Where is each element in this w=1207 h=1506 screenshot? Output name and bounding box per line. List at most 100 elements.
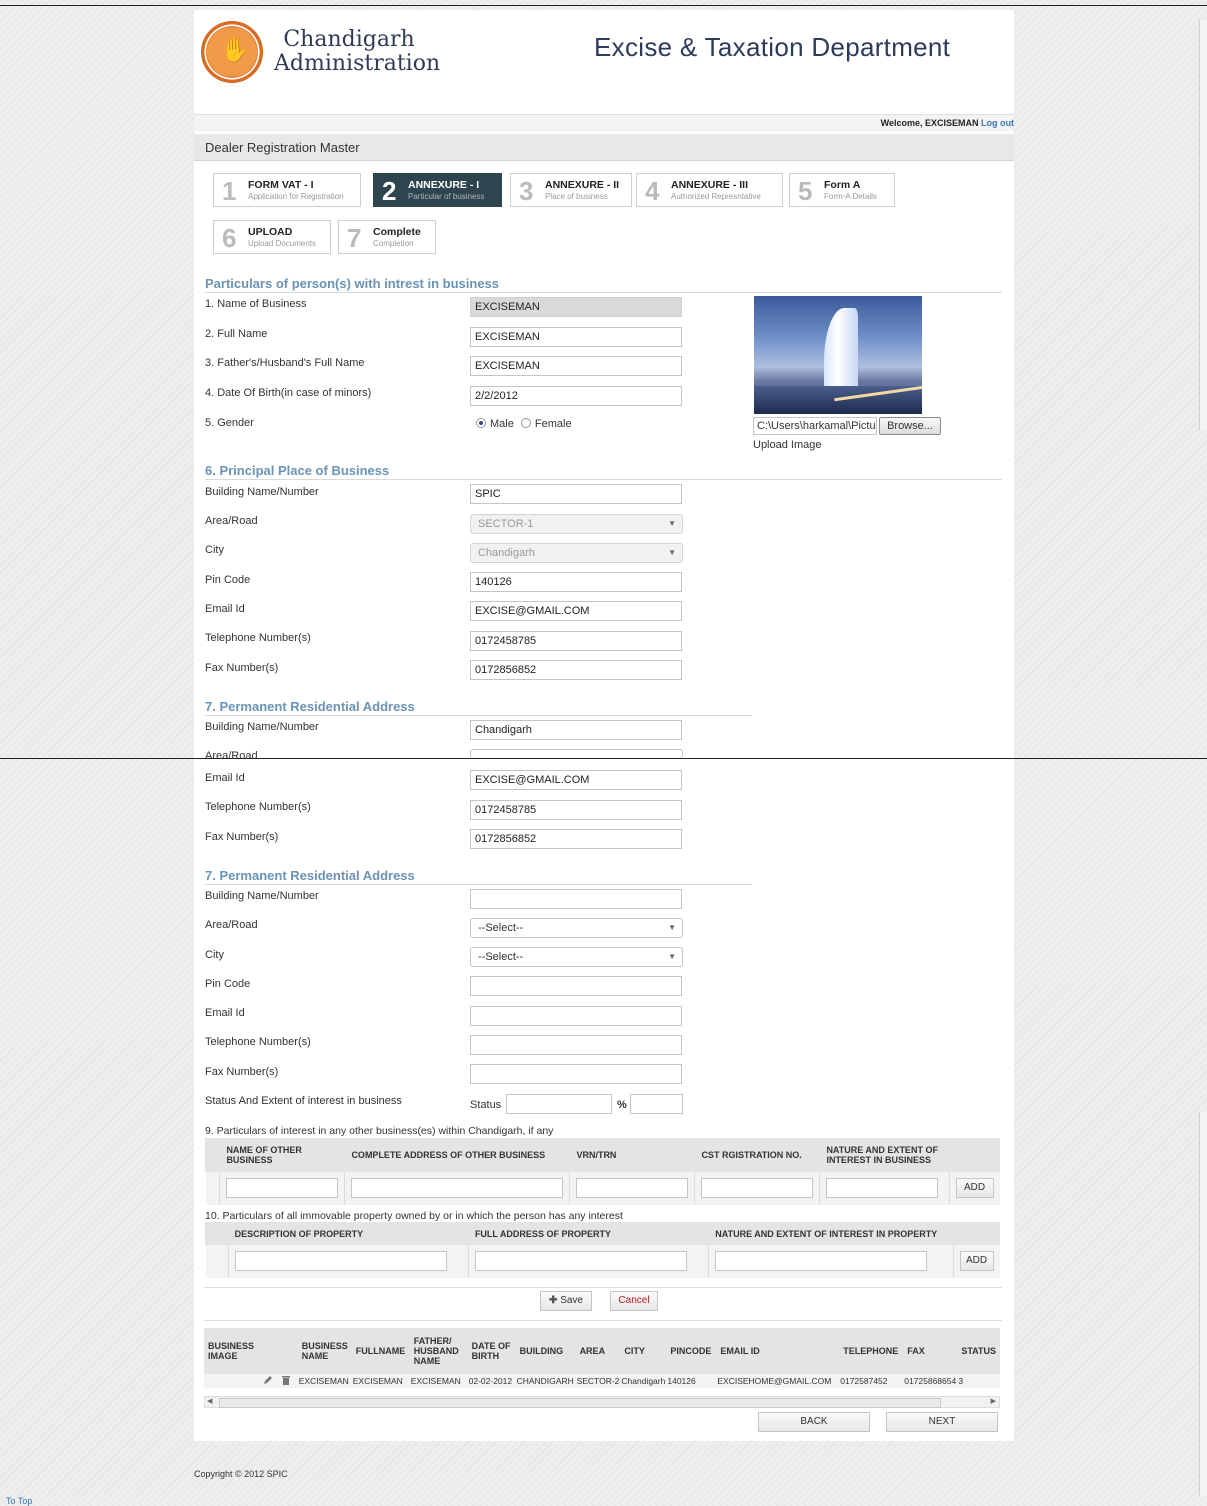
lower-email-field[interactable]: EXCISE@GMAIL.COM (470, 770, 682, 790)
perm-area-select[interactable]: --Select-- ▼ (470, 918, 683, 938)
page-top-border (0, 5, 1207, 6)
scrollbar-thumb[interactable] (219, 1398, 941, 1408)
property-description-input[interactable] (234, 1251, 447, 1272)
row-telephone: 0172587452 (839, 1374, 904, 1388)
vrn-trn-input[interactable] (576, 1178, 689, 1199)
col-vrn-trn: VRN/TRN (569, 1138, 696, 1172)
vertical-scrollbar-lower[interactable] (1199, 1112, 1207, 1496)
col-father-name: FATHER/ HUSBAND NAME (409, 1328, 468, 1374)
row-father: EXCISEMAN (409, 1374, 468, 1388)
status-field[interactable] (506, 1094, 612, 1114)
step-form-a[interactable]: 5 Form A Form-A Details (789, 173, 895, 207)
save-button[interactable]: ✚ Save (540, 1291, 592, 1311)
row-fax: 01725868654 (903, 1374, 958, 1388)
edit-pencil-icon[interactable] (263, 1375, 273, 1385)
row-email: EXCISEHOME@GMAIL.COM (716, 1374, 840, 1388)
cst-registration-input[interactable] (701, 1178, 814, 1199)
lower-fax-field[interactable]: 0172856852 (470, 829, 682, 849)
perm-fax-label: Fax Number(s) (205, 1066, 279, 1078)
lower-tel-label: Telephone Number(s) (205, 801, 311, 813)
step-form-vat-1[interactable]: 1 FORM VAT - I Application for Registrat… (213, 173, 361, 207)
cancel-button[interactable]: Cancel (610, 1291, 658, 1311)
perm-area-value: --Select-- (478, 922, 524, 934)
step-title: Complete (373, 226, 421, 238)
step-number: 6 (222, 223, 237, 253)
logout-link[interactable]: Log out (981, 118, 1014, 128)
hand-emblem-icon: ✋ (220, 37, 250, 64)
row-building: CHANDIGARH (515, 1374, 576, 1388)
property-nature-input[interactable] (715, 1251, 928, 1272)
principal-fax-label: Fax Number(s) (205, 662, 279, 674)
principal-fax-field[interactable]: 0172856852 (470, 660, 682, 680)
principal-building-field[interactable]: SPIC (470, 484, 682, 504)
step-annexure-2[interactable]: 3 ANNEXURE - II Place of business (510, 173, 632, 207)
perm-email-field[interactable] (470, 1006, 682, 1026)
permanent-section-title: 7. Permanent Residential Address (205, 699, 415, 714)
male-radio[interactable] (476, 418, 486, 428)
perm-building-label: Building Name/Number (205, 890, 319, 902)
principal-pin-field[interactable]: 140126 (470, 572, 682, 592)
perm-pin-label: Pin Code (205, 978, 251, 990)
name-of-business-label: 1. Name of Business (205, 298, 307, 310)
dob-field[interactable]: 2/2/2012 (470, 386, 682, 406)
other-business-table: NAME OF OTHER BUSINESS COMPLETE ADDRESS … (204, 1138, 1000, 1205)
name-of-business-field[interactable]: EXCISEMAN (470, 297, 682, 317)
perm-city-value: --Select-- (478, 951, 524, 963)
principal-area-label: Area/Road (205, 515, 258, 527)
male-label: Male (490, 418, 514, 430)
perm-tel-field[interactable] (470, 1035, 682, 1055)
perm-building-field[interactable] (470, 889, 682, 909)
principal-tel-field[interactable]: 0172458785 (470, 631, 682, 651)
step-annexure-1[interactable]: 2 ANNEXURE - I Particular of business (373, 173, 502, 207)
table-cell (219, 1171, 346, 1205)
row-delete-cell (279, 1374, 298, 1388)
perm-city-select[interactable]: --Select-- ▼ (470, 947, 683, 967)
full-name-field[interactable]: EXCISEMAN (470, 327, 682, 347)
delete-trash-icon[interactable] (281, 1375, 291, 1385)
table-cell (344, 1171, 571, 1205)
col-telephone: TELEPHONE (839, 1328, 904, 1374)
principal-area-select[interactable]: SECTOR-1 ▼ (470, 514, 683, 534)
nature-extent-input[interactable] (826, 1178, 939, 1199)
horizontal-scrollbar[interactable]: ◀ ▶ (204, 1396, 1000, 1408)
back-button[interactable]: BACK (758, 1412, 870, 1432)
to-top-link[interactable]: To Top (6, 1496, 32, 1506)
perm-fax-field[interactable] (470, 1064, 682, 1084)
site-header: ✋ Chandigarh Administration Excise & Tax… (194, 10, 1014, 113)
property-address-input[interactable] (474, 1251, 687, 1272)
principal-pin-label: Pin Code (205, 574, 251, 586)
add-other-business-button[interactable]: ADD (955, 1178, 994, 1199)
table-row: EXCISEMAN EXCISEMAN EXCISEMAN 02-02-2012… (204, 1374, 1000, 1388)
scroll-left-icon[interactable]: ◀ (207, 1397, 212, 1405)
scroll-right-icon[interactable]: ▶ (991, 1397, 996, 1405)
father-name-field[interactable]: EXCISEMAN (470, 356, 682, 376)
col-pincode: PINCODE (666, 1328, 717, 1374)
lower-tel-field[interactable]: 0172458785 (470, 800, 682, 820)
step-complete[interactable]: 7 Complete Completion (338, 220, 436, 254)
status-word-label: Status (470, 1099, 502, 1111)
screenshot-seam (0, 758, 1207, 759)
percent-field[interactable] (630, 1094, 683, 1114)
add-property-button[interactable]: ADD (959, 1251, 994, 1272)
file-path-field[interactable]: C:\Users\harkamal\Pictu (753, 417, 877, 435)
permanent-building-field[interactable]: Chandigarh (470, 720, 682, 740)
step-subtitle: Particular of business (408, 192, 485, 201)
other-business-address-input[interactable] (351, 1178, 564, 1199)
next-button[interactable]: NEXT (886, 1412, 998, 1432)
particulars-section-title: Particulars of person(s) with intrest in… (205, 276, 500, 291)
permanent-area-select-partial[interactable] (470, 749, 683, 758)
col-delete (279, 1328, 298, 1374)
principal-email-field[interactable]: EXCISE@GMAIL.COM (470, 601, 682, 621)
col-building: BUILDING (515, 1328, 576, 1374)
step-subtitle: Application for Registration (248, 192, 344, 201)
row-dob: 02-02-2012 (467, 1374, 516, 1388)
browse-button[interactable]: Browse... (879, 417, 941, 435)
step-annexure-3[interactable]: 4 ANNEXURE - III Authorized Represntativ… (636, 173, 783, 207)
principal-city-select[interactable]: Chandigarh ▼ (470, 543, 683, 563)
step-upload[interactable]: 6 UPLOAD Upload Documents (213, 220, 331, 254)
perm-pin-field[interactable] (470, 976, 682, 996)
female-radio[interactable] (520, 418, 531, 428)
vertical-scrollbar-upper[interactable] (1199, 20, 1207, 430)
other-business-name-input[interactable] (226, 1178, 339, 1199)
plus-icon: ✚ (549, 1295, 558, 1306)
